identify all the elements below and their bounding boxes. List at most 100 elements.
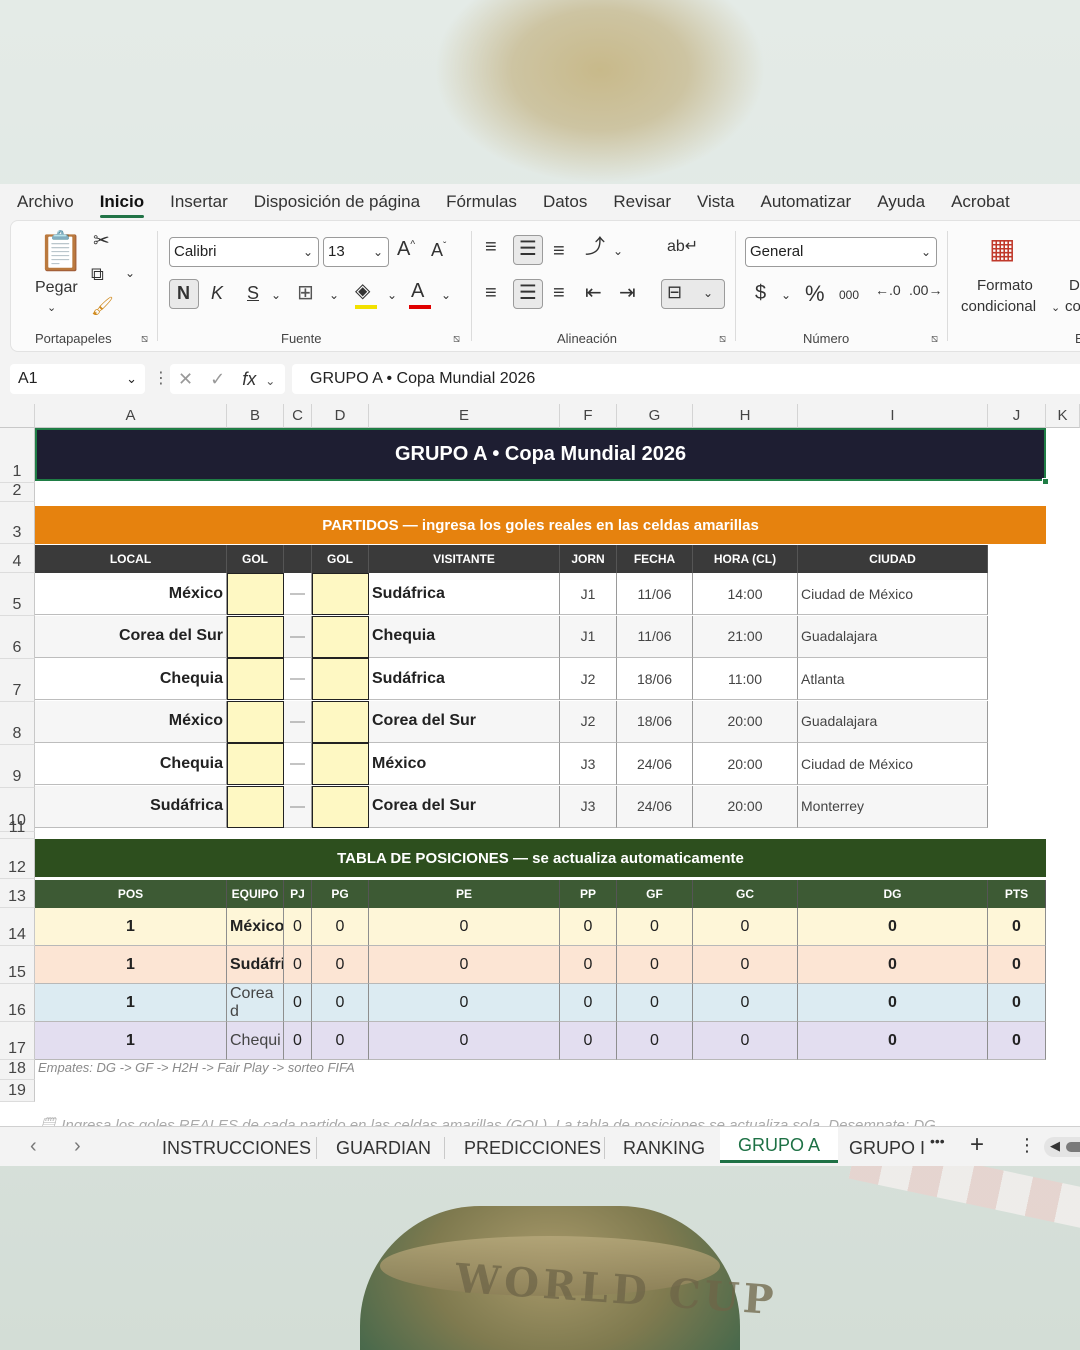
standings-cell-pts[interactable]: 0 (988, 908, 1046, 946)
match-column-header[interactable]: FECHA (617, 545, 693, 573)
standings-cell-equipo[interactable]: Sudáfri (227, 946, 284, 984)
column-header[interactable]: E (369, 404, 560, 428)
standings-cell-gc[interactable]: 0 (693, 946, 798, 984)
match-cell-sep[interactable]: — (284, 615, 312, 658)
standings-cell-pts[interactable]: 0 (988, 1022, 1046, 1060)
instructions-note[interactable]: 🗒 Ingresa los goles REALES de cada parti… (38, 1116, 936, 1126)
standings-cell-pg[interactable]: 0 (312, 946, 369, 984)
standings-cell-equipo[interactable]: Chequi (227, 1022, 284, 1060)
row-header[interactable]: 3 (0, 502, 35, 544)
standings-column-header[interactable]: GF (617, 880, 693, 908)
standings-cell-pj[interactable]: 0 (284, 984, 312, 1022)
match-cell-ciudad[interactable]: Ciudad de México (798, 743, 988, 785)
standings-column-header[interactable]: DG (798, 880, 988, 908)
add-sheet-icon[interactable]: + (970, 1131, 984, 1159)
match-cell-ciudad[interactable]: Guadalajara (798, 615, 988, 658)
row-header[interactable]: 18 (0, 1060, 35, 1080)
standings-cell-pe[interactable]: 0 (369, 908, 560, 946)
partidos-header[interactable]: PARTIDOS — ingresa los goles reales en l… (35, 506, 1046, 544)
standings-cell-gc[interactable]: 0 (693, 1022, 798, 1060)
row-header[interactable]: 7 (0, 659, 35, 702)
enter-icon[interactable]: ✓ (210, 369, 225, 389)
standings-cell-pp[interactable]: 0 (560, 908, 617, 946)
match-cell-fecha[interactable]: 18/06 (617, 658, 693, 700)
goal-input-cell[interactable] (312, 743, 369, 785)
goal-input-cell[interactable] (227, 615, 284, 658)
standings-cell-equipo[interactable]: México (227, 908, 284, 946)
column-header[interactable]: A (35, 404, 227, 428)
column-header[interactable]: F (560, 404, 617, 428)
row-header[interactable]: 1 (0, 428, 35, 483)
standings-cell-gf[interactable]: 0 (617, 908, 693, 946)
conditional-format-icon[interactable]: ▦ (989, 235, 1015, 263)
tab-insertar[interactable]: Insertar (170, 184, 228, 220)
font-size-select[interactable]: 13 ⌄ (323, 237, 389, 267)
sheet-tab-predicciones[interactable]: PREDICCIONES (446, 1127, 619, 1167)
row-header[interactable]: 13 (0, 879, 35, 908)
worksheet[interactable]: ABCDEFGHIJK 1 2 3 4 5 6 7 8 9 10 11 12 13 14 15 16 17 18 1… (0, 404, 1080, 1126)
horizontal-scrollbar[interactable]: ◀ (1044, 1137, 1080, 1157)
wrap-text-icon[interactable]: ab↵ (667, 239, 698, 255)
column-header[interactable]: B (227, 404, 284, 428)
goal-input-cell[interactable] (312, 573, 369, 615)
standings-column-header[interactable]: GC (693, 880, 798, 908)
fill-dropdown-icon[interactable]: ⌄ (387, 289, 397, 301)
font-family-select[interactable]: Calibri ⌄ (169, 237, 319, 267)
sheet-title[interactable]: GRUPO A • Copa Mundial 2026 (35, 428, 1046, 481)
tab-revisar[interactable]: Revisar (613, 184, 671, 220)
match-cell-local[interactable]: Chequia (35, 658, 227, 700)
standings-cell-pg[interactable]: 0 (312, 1022, 369, 1060)
chevron-down-icon[interactable]: ⌄ (265, 374, 275, 388)
format-table-label-2[interactable]: co (1065, 298, 1080, 315)
increase-decimal-icon[interactable]: ←.0 (875, 283, 901, 297)
conditional-format-dropdown-icon[interactable]: ⌄ (1051, 303, 1060, 314)
match-column-header[interactable]: JORN (560, 545, 617, 573)
row-header[interactable]: 19 (0, 1080, 35, 1102)
match-cell-jorn[interactable]: J1 (560, 573, 617, 615)
match-cell-ciudad[interactable]: Monterrey (798, 785, 988, 828)
standings-cell-pe[interactable]: 0 (369, 946, 560, 984)
standings-column-header[interactable]: PJ (284, 880, 312, 908)
match-cell-ciudad[interactable]: Atlanta (798, 658, 988, 700)
percent-button[interactable]: % (805, 283, 825, 305)
more-sheets-icon[interactable]: ••• (930, 1133, 945, 1149)
standings-column-header[interactable]: PE (369, 880, 560, 908)
match-cell-jorn[interactable]: J3 (560, 785, 617, 828)
match-cell-ciudad[interactable]: Ciudad de México (798, 573, 988, 615)
thousands-button[interactable]: 000 (839, 289, 859, 301)
standings-cell-gc[interactable]: 0 (693, 908, 798, 946)
scroll-left-icon[interactable]: ◀ (1050, 1138, 1060, 1154)
standings-cell-pos[interactable]: 1 (35, 984, 227, 1022)
fill-handle[interactable] (1042, 478, 1049, 485)
match-cell-sep[interactable]: — (284, 573, 312, 615)
standings-column-header[interactable]: PG (312, 880, 369, 908)
match-column-header[interactable]: HORA (CL) (693, 545, 798, 573)
standings-cell-pos[interactable]: 1 (35, 908, 227, 946)
tab-datos[interactable]: Datos (543, 184, 587, 220)
standings-cell-pos[interactable]: 1 (35, 1022, 227, 1060)
insert-function-icon[interactable]: fx (242, 369, 256, 389)
row-header[interactable]: 5 (0, 573, 35, 616)
tab-ayuda[interactable]: Ayuda (877, 184, 925, 220)
row-header[interactable]: 17 (0, 1022, 35, 1060)
select-all-corner[interactable] (0, 404, 35, 428)
match-cell-jorn[interactable]: J2 (560, 700, 617, 743)
column-header[interactable]: J (988, 404, 1046, 428)
goal-input-cell[interactable] (227, 658, 284, 700)
standings-cell-pp[interactable]: 0 (560, 946, 617, 984)
tab-vista[interactable]: Vista (697, 184, 735, 220)
match-column-header[interactable] (284, 545, 312, 573)
font-launcher-icon[interactable]: ⧅ (453, 333, 460, 346)
match-cell-fecha[interactable]: 11/06 (617, 573, 693, 615)
match-cell-visitante[interactable]: México (369, 743, 560, 785)
standings-cell-dg[interactable]: 0 (798, 984, 988, 1022)
match-column-header[interactable]: GOL (227, 545, 284, 573)
currency-dropdown-icon[interactable]: ⌄ (781, 289, 791, 301)
sheet-tab-ranking[interactable]: RANKING (605, 1127, 723, 1167)
align-middle-icon[interactable]: ☰ (519, 239, 537, 259)
column-header[interactable]: C (284, 404, 312, 428)
match-cell-hora[interactable]: 20:00 (693, 743, 798, 785)
merge-center-icon[interactable]: ⊟ (667, 283, 682, 301)
tab-acrobat[interactable]: Acrobat (951, 184, 1010, 220)
paste-button[interactable]: Pegar (35, 279, 78, 297)
